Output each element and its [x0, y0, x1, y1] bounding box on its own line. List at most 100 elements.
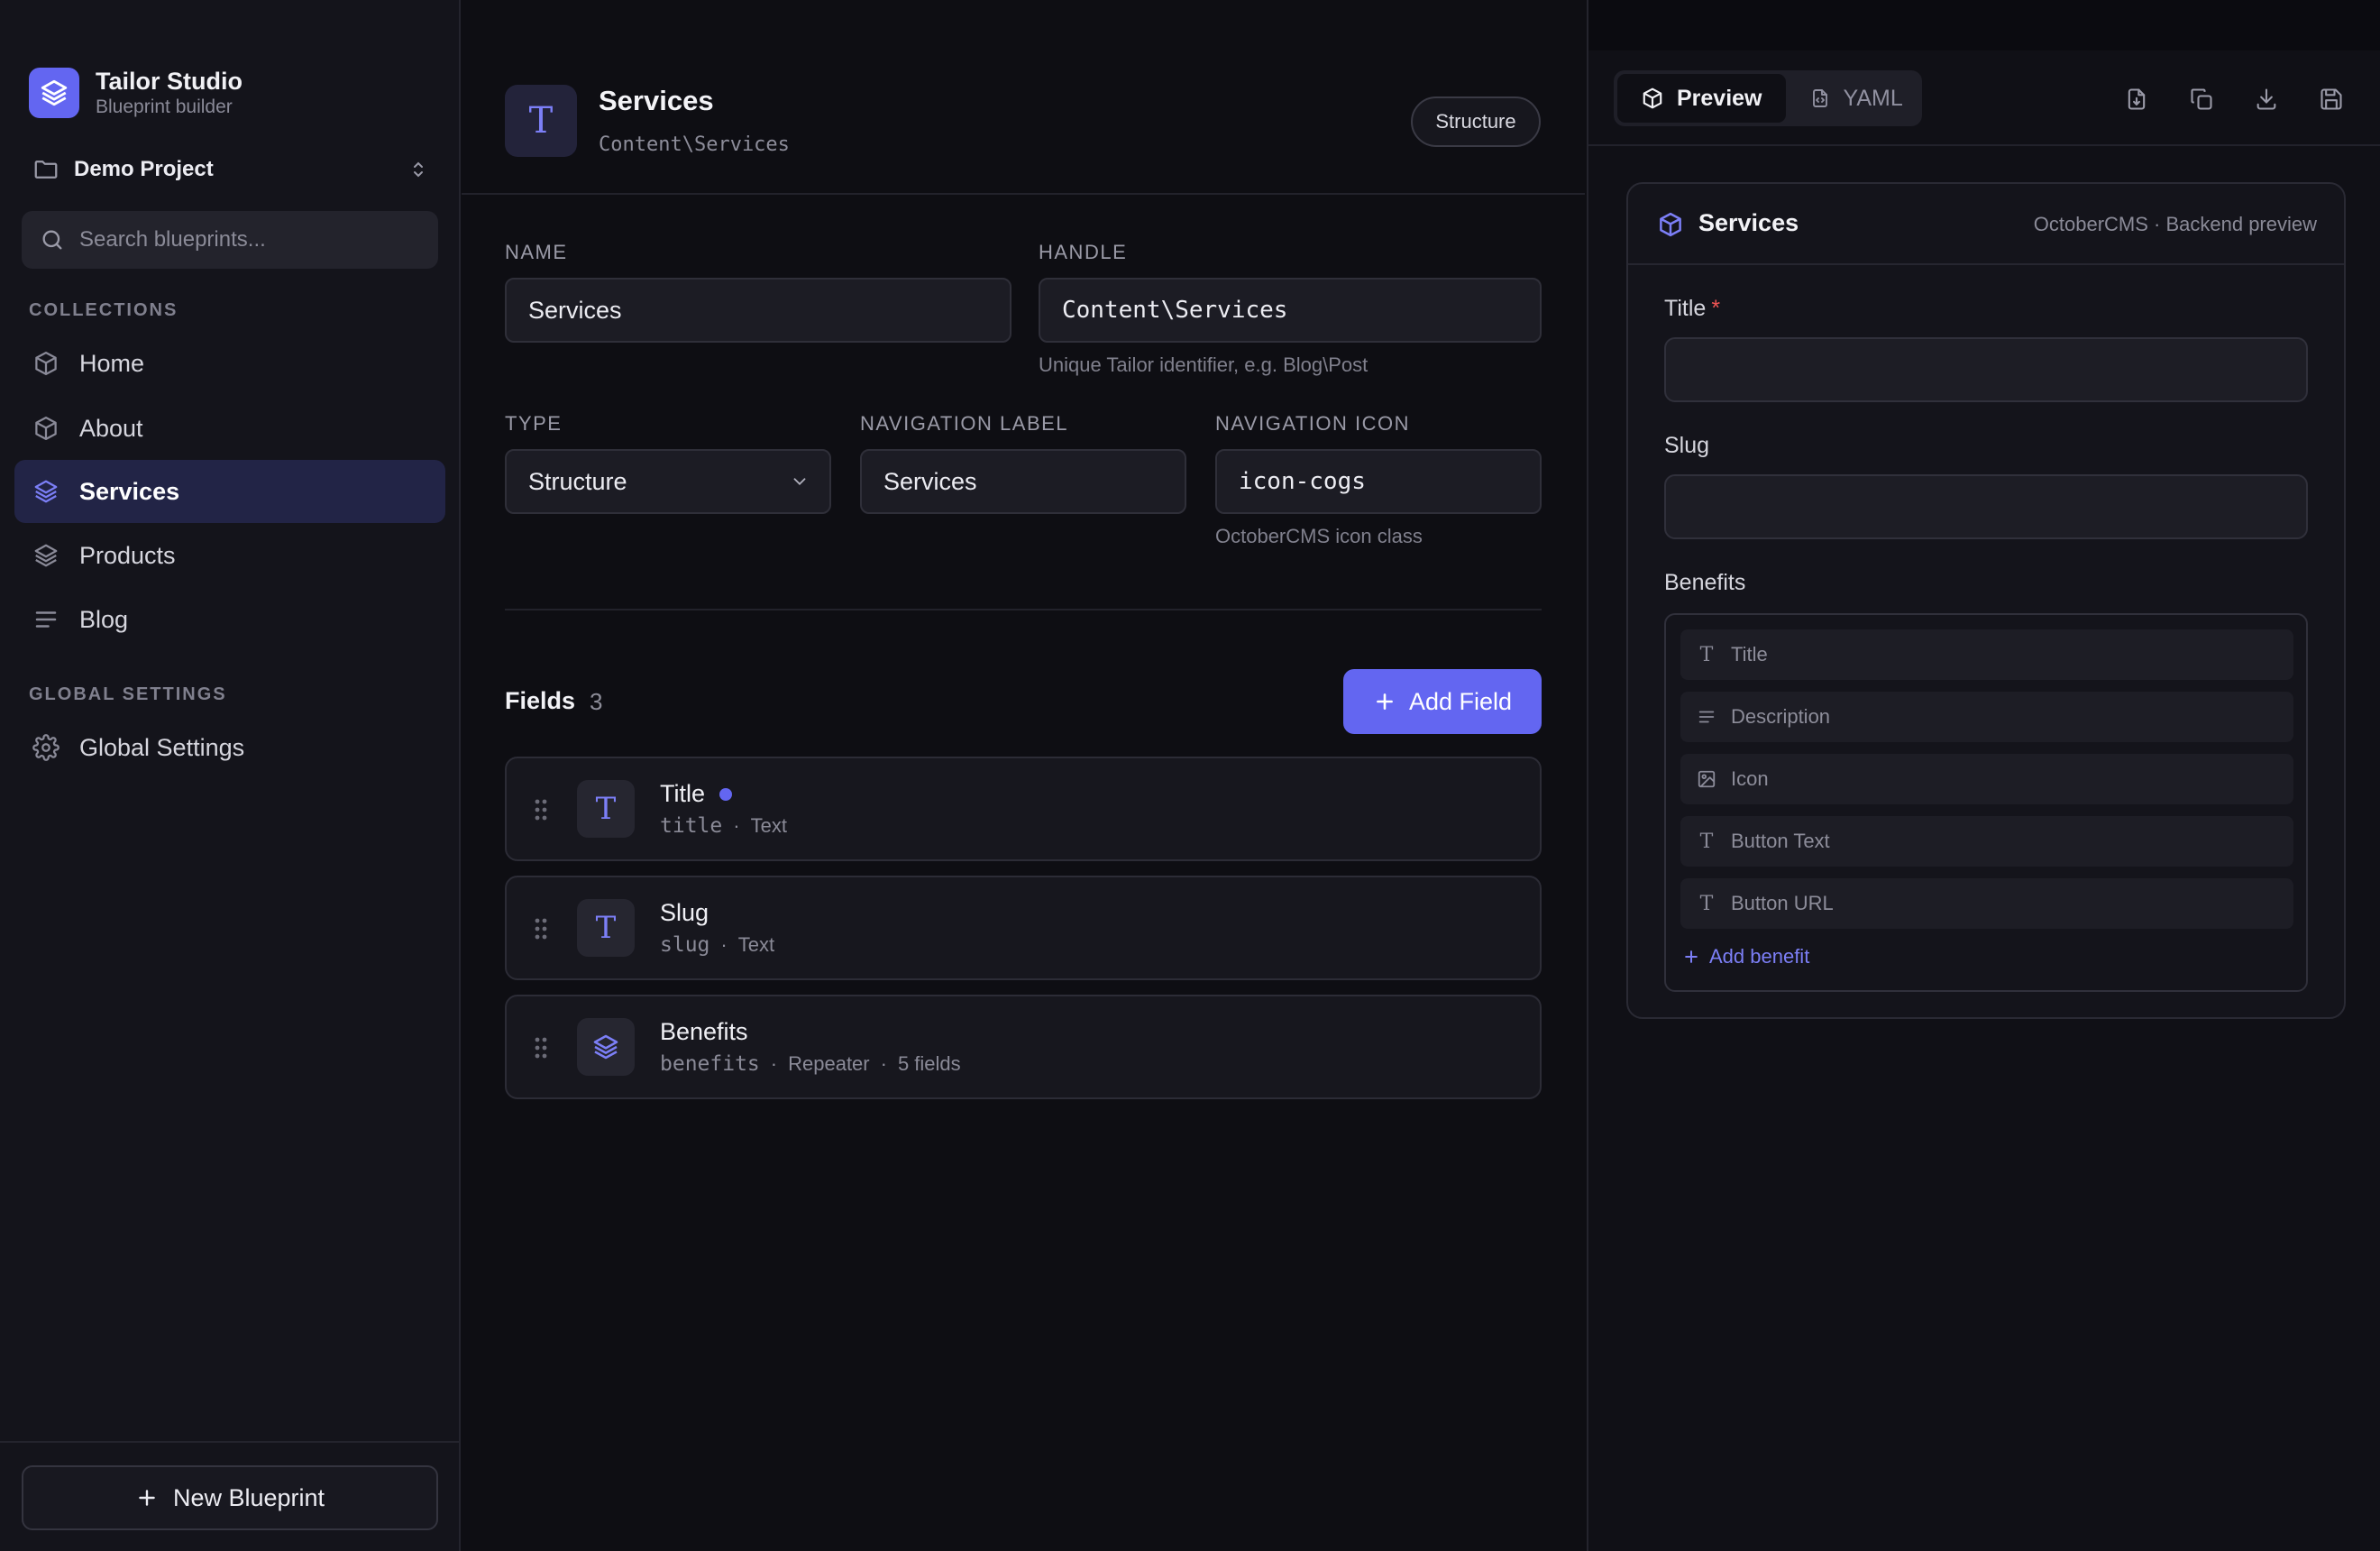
sidebar-item-blog[interactable]: Blog — [14, 588, 445, 651]
plus-icon — [135, 1486, 159, 1510]
field-row-benefits[interactable]: Benefits benefits · Repeater · 5 fields — [505, 995, 1542, 1099]
field-type: Text — [737, 933, 775, 956]
field-handle: title — [660, 814, 723, 838]
sidebar-item-global-settings[interactable]: Global Settings — [14, 716, 445, 779]
cube-icon — [1657, 211, 1684, 238]
field-name: Slug — [660, 899, 709, 926]
folder-icon — [32, 156, 60, 183]
tab-yaml[interactable]: YAML — [1786, 74, 1927, 123]
new-blueprint-label: New Blueprint — [172, 1483, 325, 1511]
sidebar: Tailor Studio Blueprint builder Demo Pro… — [0, 0, 461, 1551]
brand-subtitle: Blueprint builder — [96, 96, 233, 117]
add-field-label: Add Field — [1408, 687, 1513, 715]
layers-icon — [577, 1018, 635, 1076]
cube-icon — [32, 350, 60, 377]
sidebar-item-about[interactable]: About — [14, 397, 445, 460]
navigation-icon-label: NAVIGATION ICON — [1215, 412, 1411, 435]
brand-title: Tailor Studio — [96, 68, 243, 95]
textarea-icon — [1697, 707, 1716, 727]
view-toggle: Preview YAML — [1614, 70, 1922, 126]
sidebar-divider — [0, 1441, 459, 1443]
sidebar-item-label: Products — [79, 541, 176, 569]
plus-icon — [1373, 690, 1396, 713]
gear-icon — [32, 734, 60, 761]
search-box[interactable] — [22, 211, 438, 269]
sidebar-item-label: Blog — [79, 605, 129, 633]
text-icon: T — [577, 780, 635, 838]
text-icon: T — [577, 899, 635, 957]
repeater-field-button-url: T Button URL — [1680, 878, 2293, 929]
cube-icon — [1641, 87, 1664, 110]
drag-handle-icon[interactable] — [534, 917, 548, 941]
tab-yaml-label: YAML — [1843, 85, 1903, 111]
editor-header: T Services Content\Services Structure — [462, 0, 1585, 195]
add-benefit-button[interactable]: Add benefit — [1682, 945, 1809, 968]
navigation-label-label: NAVIGATION LABEL — [860, 412, 1069, 435]
blueprint-editor: T Services Content\Services Structure NA… — [462, 0, 1585, 1551]
field-name: Title — [660, 780, 706, 807]
field-row-title[interactable]: T Title title · Text — [505, 757, 1542, 861]
preview-slug-input[interactable] — [1664, 474, 2308, 539]
brand: Tailor Studio Blueprint builder — [29, 67, 243, 119]
sidebar-item-label: About — [79, 414, 143, 442]
preview-title-input[interactable] — [1664, 337, 2308, 402]
tab-preview-label: Preview — [1677, 85, 1762, 111]
image-icon — [1697, 769, 1716, 789]
type-select-value: Structure — [528, 467, 627, 495]
project-switcher[interactable]: Demo Project — [32, 153, 429, 186]
cube-icon — [32, 415, 60, 442]
field-row-slug[interactable]: T Slug slug · Text — [505, 876, 1542, 980]
sidebar-item-products[interactable]: Products — [14, 524, 445, 587]
file-download-icon[interactable] — [2119, 81, 2155, 117]
drag-handle-icon[interactable] — [534, 798, 548, 821]
tab-preview[interactable]: Preview — [1617, 74, 1786, 123]
global-settings-heading: GLOBAL SETTINGS — [29, 684, 227, 704]
preview-card-meta: OctoberCMS · Backend preview — [2033, 213, 2317, 235]
page-title: Services — [599, 85, 714, 116]
type-select[interactable]: Structure — [505, 449, 831, 514]
name-field[interactable]: Services — [505, 278, 1012, 343]
navigation-label-field[interactable]: Services — [860, 449, 1186, 514]
chevron-up-down-icon — [407, 159, 429, 180]
preview-slug-label: Slug — [1664, 433, 1710, 458]
brand-logo-icon — [29, 68, 79, 118]
repeater-field-icon: Icon — [1680, 754, 2293, 804]
save-icon[interactable] — [2313, 81, 2349, 117]
navigation-icon-help: OctoberCMS icon class — [1215, 525, 1423, 547]
repeater-field-description: Description — [1680, 692, 2293, 742]
file-code-icon — [1809, 87, 1831, 109]
page-handle: Content\Services — [599, 133, 790, 156]
search-input[interactable] — [79, 227, 422, 252]
handle-field[interactable]: Content\Services — [1039, 278, 1542, 343]
field-type: Repeater — [788, 1052, 870, 1075]
new-blueprint-button[interactable]: New Blueprint — [22, 1465, 438, 1530]
preview-benefits-label: Benefits — [1664, 570, 1746, 595]
sidebar-item-services[interactable]: Services — [14, 460, 445, 523]
section-divider — [505, 609, 1542, 610]
navigation-icon-field[interactable]: icon-cogs — [1215, 449, 1542, 514]
add-field-button[interactable]: Add Field — [1343, 669, 1542, 734]
repeater-field-title: T Title — [1680, 629, 2293, 680]
preview-card-header: Services OctoberCMS · Backend preview — [1628, 184, 2344, 265]
layers-icon — [32, 542, 60, 569]
drag-handle-icon[interactable] — [534, 1036, 548, 1060]
field-name: Benefits — [660, 1018, 748, 1045]
backend-preview-card: Services OctoberCMS · Backend preview Ti… — [1626, 182, 2346, 1019]
search-icon — [40, 227, 65, 252]
list-icon — [32, 606, 60, 633]
field-type: Text — [750, 814, 787, 837]
name-label: NAME — [505, 241, 568, 263]
fields-count: 3 — [590, 688, 603, 715]
fields-heading: Fields — [505, 687, 576, 714]
sidebar-item-home[interactable]: Home — [14, 332, 445, 395]
field-handle: slug — [660, 933, 710, 957]
copy-icon[interactable] — [2183, 81, 2220, 117]
plus-icon — [1682, 948, 1700, 966]
type-badge: Structure — [1411, 96, 1541, 147]
add-benefit-label: Add benefit — [1709, 945, 1810, 968]
preview-top-strip — [1588, 0, 2380, 50]
download-icon[interactable] — [2248, 81, 2284, 117]
collections-heading: COLLECTIONS — [29, 300, 178, 320]
preview-toolbar: Preview YAML — [1588, 50, 2380, 146]
field-subfield-count: 5 fields — [897, 1052, 961, 1075]
